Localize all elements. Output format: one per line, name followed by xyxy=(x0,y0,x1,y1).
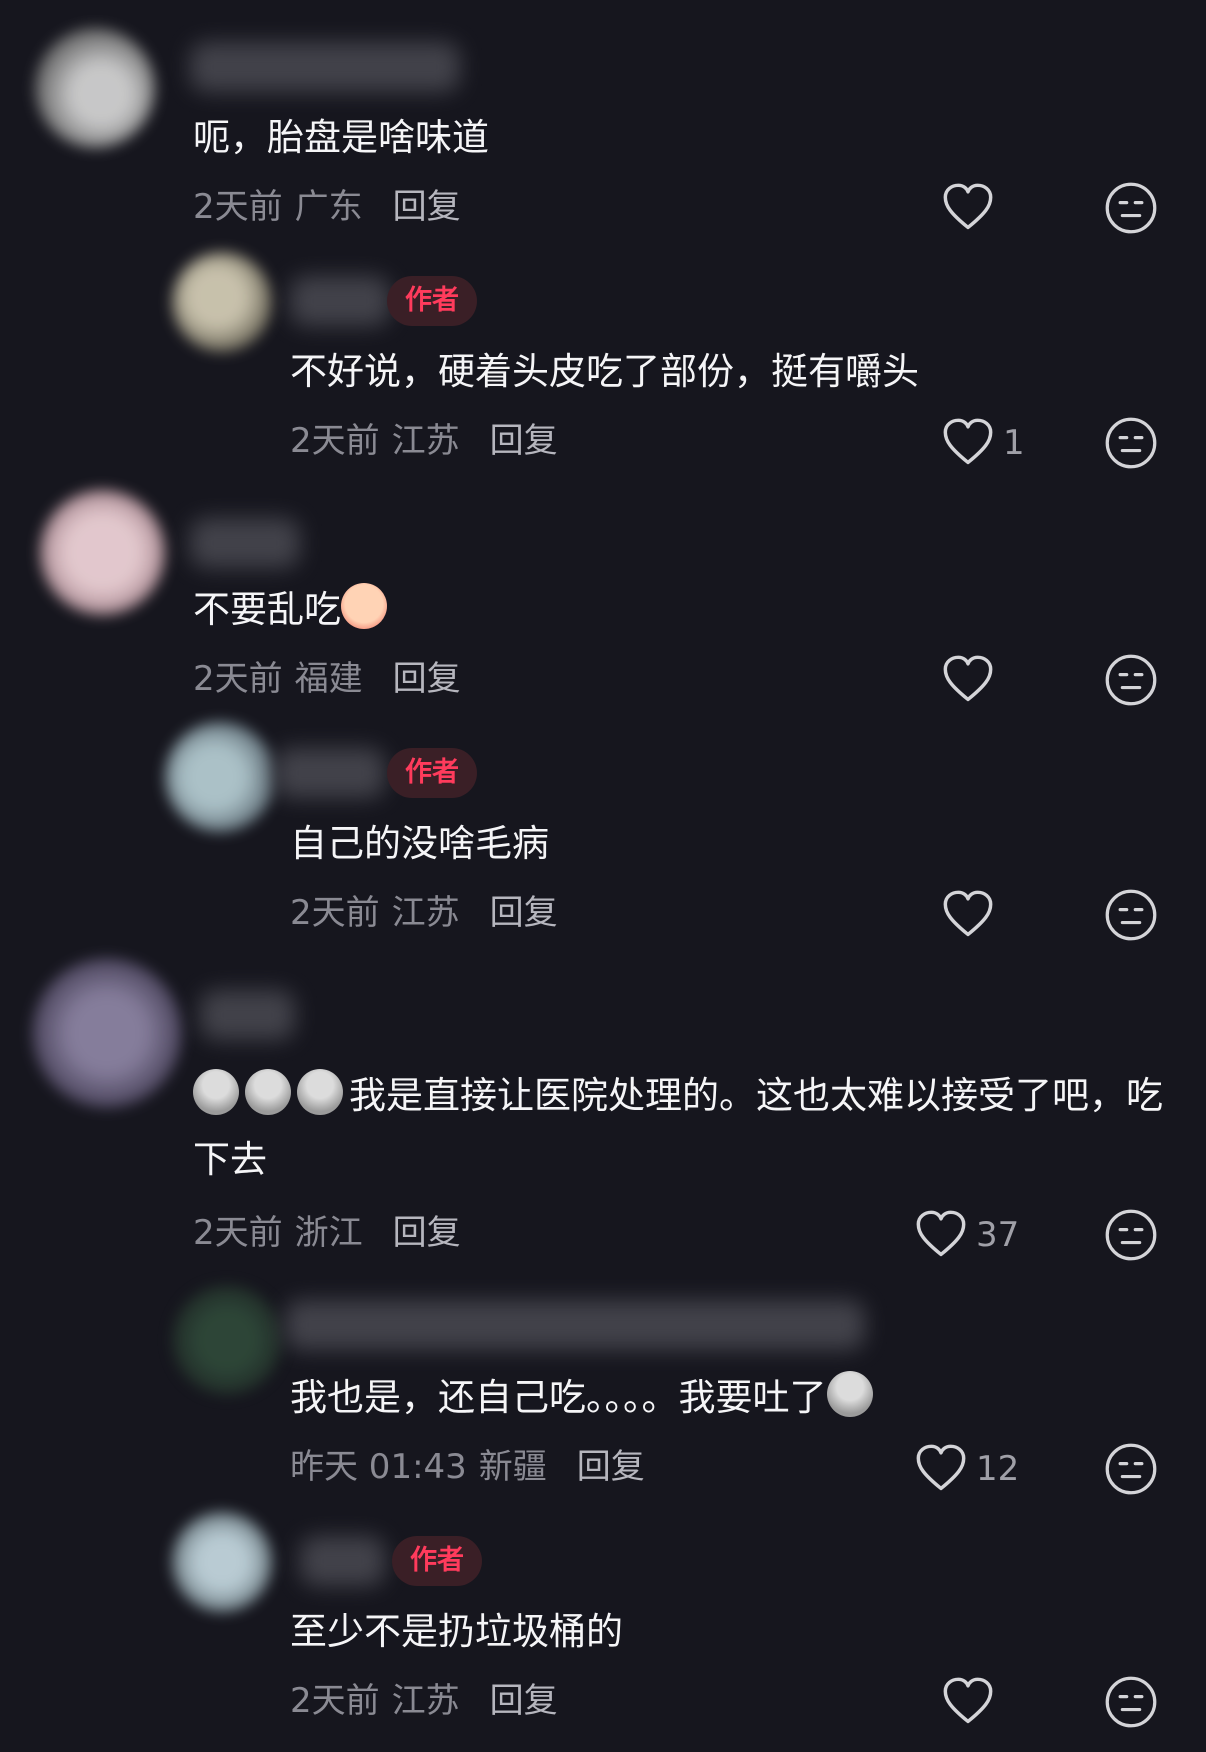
reply-button[interactable]: 回复 xyxy=(393,1213,461,1253)
like-button[interactable] xyxy=(941,1674,1053,1730)
author-badge: 作者 xyxy=(387,748,477,798)
comment-text: 我也是，还自己吃。。。。我要吐了 xyxy=(290,1366,1178,1430)
comment-location: 浙江 xyxy=(294,1213,363,1253)
reply-button[interactable]: 回复 xyxy=(393,659,461,699)
comment-location: 广东 xyxy=(294,187,363,227)
comment-time: 昨天 01:43 xyxy=(290,1447,467,1487)
comment-location: 江苏 xyxy=(391,1681,460,1721)
comment-time: 2天前 xyxy=(290,1681,380,1721)
comment-meta: 2天前 江苏 回复 xyxy=(290,888,558,938)
avatar[interactable] xyxy=(172,1285,282,1395)
reply-button[interactable]: 回复 xyxy=(393,187,461,227)
avatar[interactable] xyxy=(32,958,182,1108)
username-obscured[interactable] xyxy=(275,748,385,798)
dislike-button[interactable] xyxy=(1104,181,1158,235)
meh-face-icon xyxy=(1105,1676,1157,1728)
crying-face-emoji xyxy=(341,583,387,629)
avatar[interactable] xyxy=(165,722,275,832)
ghost-face-emoji xyxy=(826,1371,873,1417)
heart-icon xyxy=(943,1677,993,1724)
like-button[interactable]: 37 xyxy=(914,1207,1026,1263)
avatar[interactable] xyxy=(172,252,272,352)
dislike-button[interactable] xyxy=(1104,888,1158,942)
comment-time: 2天前 xyxy=(193,659,283,699)
avatar[interactable] xyxy=(35,28,155,148)
avatar[interactable] xyxy=(172,1512,272,1612)
comment-location: 江苏 xyxy=(391,421,460,461)
comment-text-content: 我也是，还自己吃。。。。我要吐了 xyxy=(290,1376,827,1419)
heart-icon xyxy=(943,418,993,465)
comment-meta: 2天前 江苏 回复 xyxy=(290,416,558,466)
ghost-face-emoji xyxy=(193,1069,239,1115)
comment-location: 福建 xyxy=(294,659,363,699)
username-obscured[interactable] xyxy=(190,42,460,92)
like-button[interactable]: 1 xyxy=(941,415,1053,471)
comment-meta: 昨天 01:43 新疆 回复 xyxy=(290,1442,645,1492)
like-count: 37 xyxy=(976,1215,1020,1255)
dislike-button[interactable] xyxy=(1104,1442,1158,1496)
heart-icon xyxy=(943,183,993,230)
comment-location: 江苏 xyxy=(391,893,460,933)
comment-text: 不好说，硬着头皮吃了部份，挺有嚼头 xyxy=(290,350,919,393)
ghost-face-emoji xyxy=(297,1069,343,1115)
like-button[interactable]: 12 xyxy=(914,1441,1026,1497)
like-button[interactable] xyxy=(941,652,1053,708)
author-badge: 作者 xyxy=(387,276,477,326)
reply-button[interactable]: 回复 xyxy=(577,1447,645,1487)
comment-time: 2天前 xyxy=(290,893,380,933)
comment-time: 2天前 xyxy=(290,421,380,461)
meh-face-icon xyxy=(1105,1443,1157,1495)
heart-icon xyxy=(943,655,993,702)
comment-location: 新疆 xyxy=(478,1447,547,1487)
meh-face-icon xyxy=(1105,182,1157,234)
like-button[interactable] xyxy=(941,180,1053,236)
comment-meta: 2天前 广东 回复 xyxy=(193,182,461,232)
comment-text: 自己的没啥毛病 xyxy=(290,822,549,865)
username-obscured[interactable] xyxy=(190,518,300,568)
like-count: 1 xyxy=(1003,423,1025,463)
ghost-face-emoji xyxy=(245,1069,291,1115)
comment-text: 呃，胎盘是啥味道 xyxy=(193,116,489,159)
dislike-button[interactable] xyxy=(1104,416,1158,470)
meh-face-icon xyxy=(1105,654,1157,706)
username-obscured[interactable] xyxy=(300,1536,385,1586)
dislike-button[interactable] xyxy=(1104,1675,1158,1729)
dislike-button[interactable] xyxy=(1104,1208,1158,1262)
avatar[interactable] xyxy=(40,490,165,615)
dislike-button[interactable] xyxy=(1104,653,1158,707)
like-count: 12 xyxy=(976,1449,1020,1489)
comment-meta: 2天前 福建 回复 xyxy=(193,654,461,704)
comment-time: 2天前 xyxy=(193,187,283,227)
meh-face-icon xyxy=(1105,417,1157,469)
comment-text: 至少不是扔垃圾桶的 xyxy=(290,1610,623,1653)
comment-text: 不要乱吃 xyxy=(193,578,1178,642)
like-button[interactable] xyxy=(941,887,1053,943)
comment-meta: 2天前 江苏 回复 xyxy=(290,1676,558,1726)
comment-time: 2天前 xyxy=(193,1213,283,1253)
username-obscured[interactable] xyxy=(285,1300,865,1350)
comment-text: 我是直接让医院处理的。这也太难以接受了吧，吃下去 xyxy=(193,1064,1178,1192)
heart-icon xyxy=(943,890,993,937)
heart-icon xyxy=(916,1210,966,1257)
meh-face-icon xyxy=(1105,889,1157,941)
username-obscured[interactable] xyxy=(290,276,390,326)
comment-text-content: 不要乱吃 xyxy=(193,588,341,631)
comment-meta: 2天前 浙江 回复 xyxy=(193,1208,461,1258)
reply-button[interactable]: 回复 xyxy=(490,421,558,461)
meh-face-icon xyxy=(1105,1209,1157,1261)
reply-button[interactable]: 回复 xyxy=(490,893,558,933)
username-obscured[interactable] xyxy=(200,990,295,1040)
heart-icon xyxy=(916,1444,966,1491)
reply-button[interactable]: 回复 xyxy=(490,1681,558,1721)
author-badge: 作者 xyxy=(392,1536,482,1586)
